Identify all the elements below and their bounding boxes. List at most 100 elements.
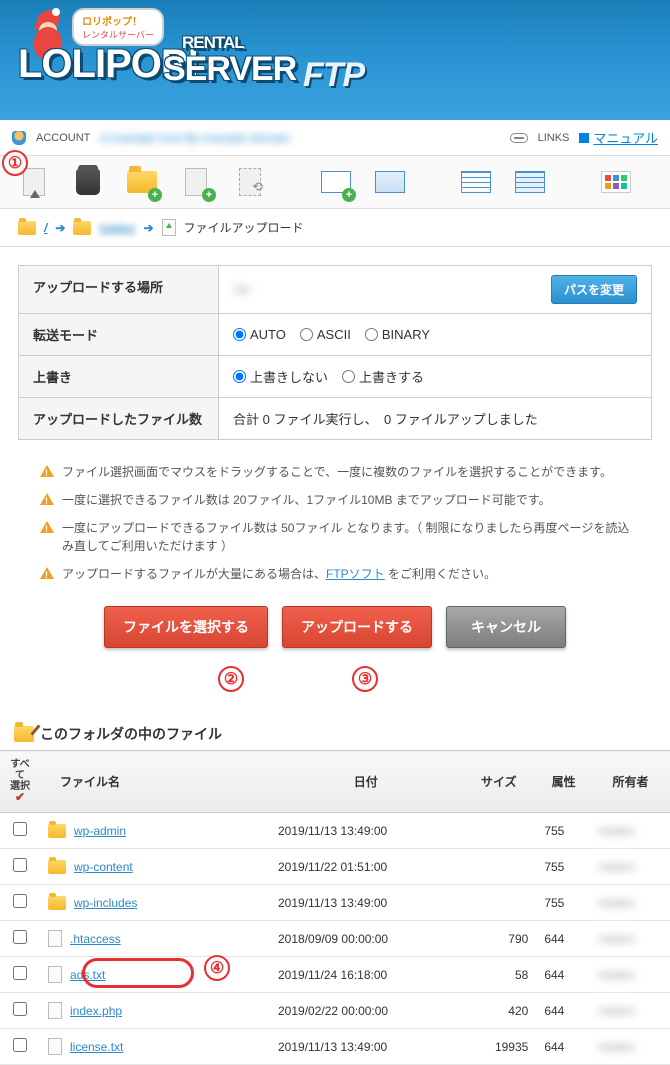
file-table: すべて選択✔ ファイル名 日付 サイズ 属性 所有者 wp-admin 2019/… [0,750,670,1065]
breadcrumb-current: ファイルアップロード [184,219,304,236]
file-link[interactable]: .htaccess [70,932,121,946]
row-checkbox[interactable] [13,930,27,944]
file-size [461,885,536,921]
view-color-grid[interactable] [600,166,632,198]
account-icon [12,131,26,145]
mode-auto-radio[interactable]: AUTO [233,327,286,342]
breadcrumb: / ➔ hidden ➔ ファイルアップロード [0,209,670,247]
file-link[interactable]: ads.txt [70,968,105,982]
file-owner: hidden [591,885,670,921]
file-link[interactable]: wp-admin [74,824,126,838]
overwrite-yes-radio[interactable]: 上書きする [342,367,424,386]
manual-link[interactable]: マニュアル [579,128,658,147]
breadcrumb-root[interactable]: / [44,221,47,235]
row-checkbox[interactable] [13,858,27,872]
warning-item: アップロードするファイルが大量にある場合は、FTPソフト をご利用ください。 [40,560,630,588]
row-checkbox[interactable] [13,966,27,980]
file-attr: 755 [536,885,591,921]
file-date: 2019/11/13 13:49:00 [270,1029,461,1065]
file-size: 19935 [461,1029,536,1065]
col-owner[interactable]: 所有者 [591,751,670,813]
file-owner: hidden [591,957,670,993]
warning-icon [40,567,54,579]
file-date: 2019/02/22 00:00:00 [270,993,461,1029]
col-filename[interactable]: ファイル名 [40,751,270,813]
row-checkbox[interactable] [13,894,27,908]
square-icon [579,133,589,143]
file-link[interactable]: wp-includes [74,896,137,910]
file-attr: 644 [536,1029,591,1065]
view-option-2[interactable] [374,166,406,198]
chevron-right-icon: ➔ [143,221,153,235]
account-bar: ACCOUNT d example host ftp example domai… [0,120,670,156]
links-label: LINKS [538,132,570,144]
breadcrumb-folder[interactable]: hidden [99,221,135,235]
file-link[interactable]: index.php [70,1004,122,1018]
upload-settings-table: アップロードする場所 /dir パスを変更 転送モード AUTO ASCII B… [18,265,652,440]
row-checkbox[interactable] [13,822,27,836]
change-path-button[interactable]: パスを変更 [551,275,637,304]
file-attr: 755 [536,813,591,849]
row-checkbox[interactable] [13,1002,27,1016]
upload-button[interactable]: アップロードする [282,606,432,648]
row-checkbox[interactable] [13,1038,27,1052]
file-size [461,849,536,885]
new-folder-button[interactable]: + [126,166,158,198]
file-size: 420 [461,993,536,1029]
folder-icon [48,896,66,910]
annotation-marker-1: ① [2,150,28,176]
table-row: ads.txt④2019/11/24 16:18:0058644hidden [0,957,670,993]
warning-item: 一度にアップロードできるファイル数は 50ファイル となります。（ 制限になりま… [40,514,630,560]
cancel-button[interactable]: キャンセル [446,606,566,648]
warning-item: 一度に選択できるファイル数は 20ファイル、1ファイル10MB までアップロード… [40,486,630,514]
file-attr: 644 [536,993,591,1029]
col-attr[interactable]: 属性 [536,751,591,813]
file-link[interactable]: license.txt [70,1040,123,1054]
col-date[interactable]: 日付 [270,751,461,813]
folder-icon [48,824,66,838]
warning-list: ファイル選択画面でマウスをドラッグすることで、一度に複数のファイルを選択すること… [40,458,630,588]
uploaded-count-label: アップロードしたファイル数 [19,398,219,439]
view-option-1[interactable]: + [320,166,352,198]
uploaded-count-value: 合計 0 ファイル実行し、 0 ファイルアップしました [233,409,538,428]
logo: LOLIPOP! RENTAL SERVER FTP [18,42,199,87]
table-row: wp-content2019/11/22 01:51:00755hidden [0,849,670,885]
file-date: 2019/11/13 13:49:00 [270,813,461,849]
file-link[interactable]: wp-content [74,860,133,874]
table-row: wp-admin 2019/11/13 13:49:00 755hidden [0,813,670,849]
col-size[interactable]: サイズ [461,751,536,813]
file-attr: 644 [536,957,591,993]
file-attr: 755 [536,849,591,885]
view-detail[interactable] [514,166,546,198]
col-select-all[interactable]: すべて選択✔ [0,751,40,813]
file-owner: hidden [591,813,670,849]
file-upload-icon [162,219,176,236]
upload-location-label: アップロードする場所 [19,266,219,313]
file-date: 2018/09/09 00:00:00 [270,921,461,957]
file-icon [48,966,62,983]
overwrite-label: 上書き [19,356,219,397]
file-size: 58 [461,957,536,993]
annotation-marker-3: ③ [352,666,378,692]
new-file-button[interactable]: + [180,166,212,198]
folder-icon [18,221,36,235]
links-icon [510,133,528,143]
mode-ascii-radio[interactable]: ASCII [300,327,351,342]
warning-icon [40,521,54,533]
file-icon [48,930,62,947]
folder-icon [73,221,91,235]
mode-binary-radio[interactable]: BINARY [365,327,430,342]
folder-icon [48,860,66,874]
file-owner: hidden [591,1029,670,1065]
table-row: index.php2019/02/22 00:00:00420644hidden [0,993,670,1029]
table-row: .htaccess2018/09/09 00:00:00790644hidden [0,921,670,957]
select-files-button[interactable]: ファイルを選択する [104,606,268,648]
overwrite-no-radio[interactable]: 上書きしない [233,367,328,386]
file-icon [48,1038,62,1055]
trash-button[interactable] [72,166,104,198]
table-row: wp-includes2019/11/13 13:49:00755hidden [0,885,670,921]
file-size: 790 [461,921,536,957]
rename-file-button[interactable] [234,166,266,198]
view-list[interactable] [460,166,492,198]
toolbar: ① + + + [0,156,670,209]
